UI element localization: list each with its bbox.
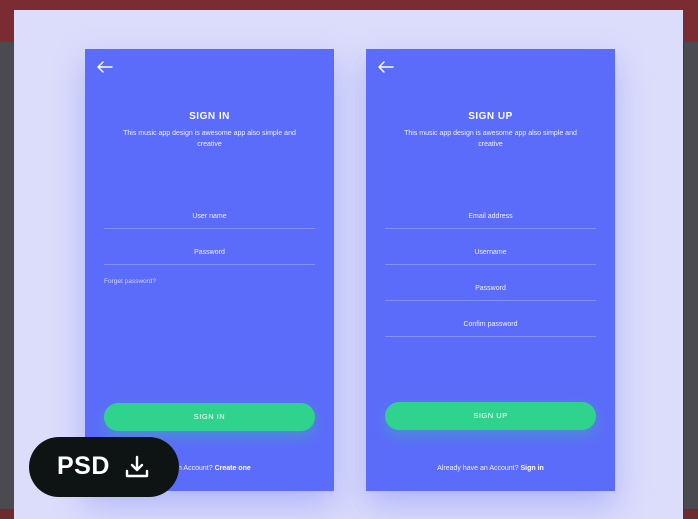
signin-title: SIGN IN [189, 111, 230, 122]
signup-screen: SIGN UP This music app design is awesome… [366, 49, 615, 491]
create-account-link[interactable]: Create one [215, 465, 251, 472]
background-right [684, 42, 698, 519]
username-field[interactable]: User name [104, 206, 315, 229]
signin-link[interactable]: Sign in [520, 465, 543, 472]
forgot-password-link[interactable]: Forget password? [104, 278, 156, 285]
background-left [0, 42, 14, 519]
confirm-password-field[interactable]: Confim password [385, 314, 596, 337]
email-field[interactable]: Email address [385, 206, 596, 229]
download-icon [124, 454, 150, 480]
signin-button[interactable]: SIGN IN [104, 403, 315, 431]
signup-footer: Already have an Account? Sign in [366, 465, 615, 472]
back-arrow-icon[interactable] [378, 61, 394, 73]
psd-label: PSD [57, 452, 110, 480]
signin-subtitle: This music app design is awesome app als… [123, 130, 296, 148]
signup-username-field[interactable]: Username [385, 242, 596, 265]
signup-subtitle: This music app design is awesome app als… [404, 130, 577, 148]
signup-password-field[interactable]: Password [385, 278, 596, 301]
signin-screen: SIGN IN This music app design is awesome… [85, 49, 334, 491]
password-field[interactable]: Password [104, 242, 315, 265]
signup-footer-text: Already have an Account? [437, 465, 519, 472]
signup-title: SIGN UP [468, 111, 513, 122]
psd-download-badge[interactable]: PSD [29, 437, 179, 497]
back-arrow-icon[interactable] [97, 61, 113, 73]
signup-button[interactable]: SIGN UP [385, 402, 596, 430]
